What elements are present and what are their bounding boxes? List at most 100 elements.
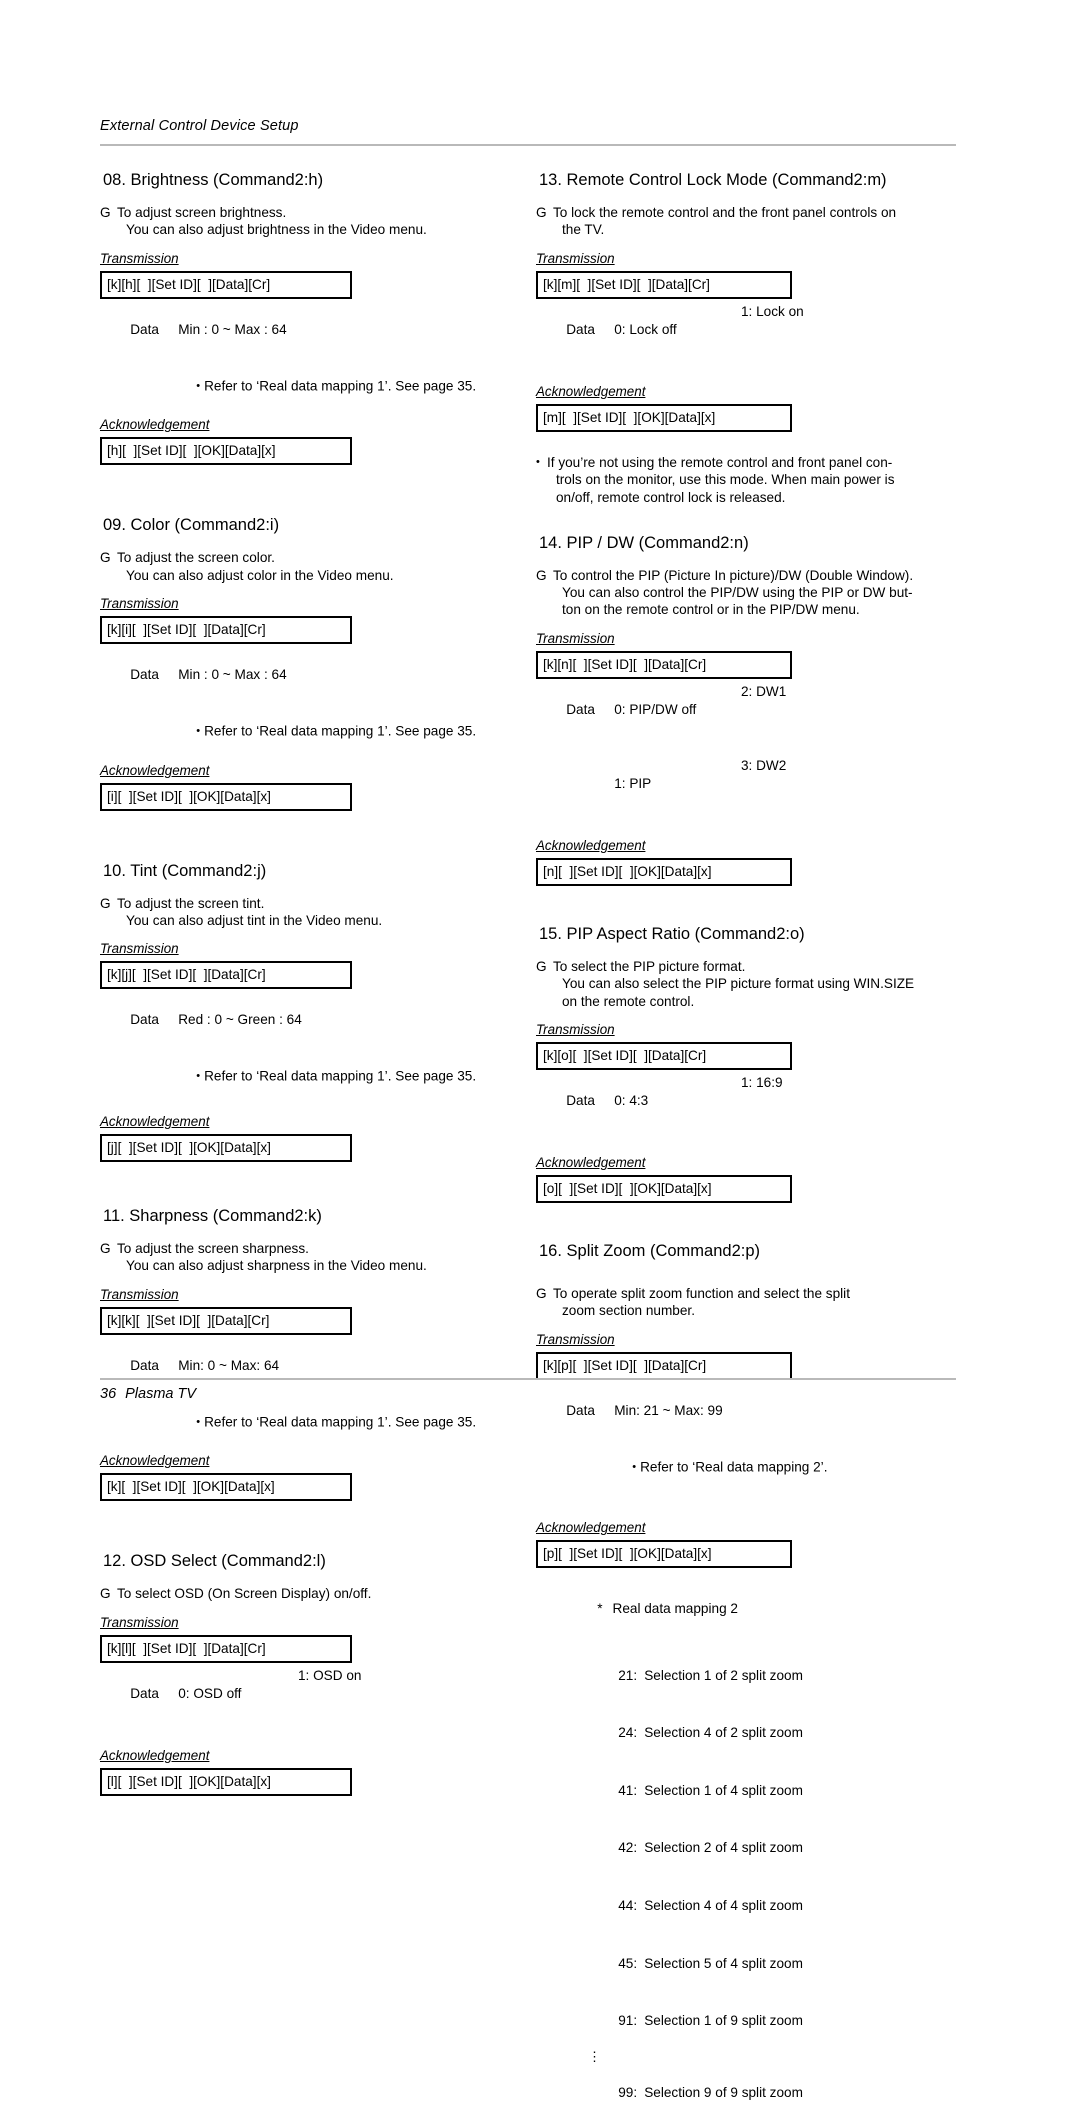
mapping-heading: * Real data mapping 2 [536,1582,956,1636]
data-value-secondary: 3: DW2 [741,757,787,773]
refer-text: Refer to ‘Real data mapping 2’. [640,1459,828,1475]
acknowledgement-label: Acknowledgement [100,762,210,778]
section-description: G To operate split zoom function and sel… [536,1285,956,1320]
acknowledgement-command-box: [k][ ][Set ID][ ][OK][Data][x] [100,1473,352,1502]
data-label: Data [566,321,595,337]
transmission-label: Transmission [536,1331,615,1347]
refer-text: Refer to ‘Real data mapping 1’. See page… [204,1414,477,1430]
data-value: Red : 0 ~ Green : 64 [178,1012,302,1028]
data-value: Min : 0 ~ Max : 64 [178,321,287,337]
g-marker-icon: G [100,550,111,566]
transmission-label: Transmission [100,250,179,266]
transmission-command-box: [k][h][ ][Set ID][ ][Data][Cr] [100,270,352,299]
page-footer: 36 Plasma TV [100,1386,196,1402]
section-description: G To adjust screen brightness. You can a… [100,204,520,239]
description-line: You can also control the PIP/DW using th… [562,585,913,600]
section-title: 09. Color (Command2:i) [103,516,280,535]
transmission-label: Transmission [100,1286,179,1302]
section-description: G To select the PIP picture format. You … [536,958,956,1010]
mapping-key: 99: [618,2084,638,2100]
g-marker-icon: G [100,1586,111,1602]
data-label: Data [130,321,159,337]
data-line: Data Red : 0 ~ Green : 64 [100,993,520,1047]
transmission-label: Transmission [100,596,179,612]
acknowledgement-label: Acknowledgement [100,1747,210,1763]
g-marker-icon: G [536,1286,547,1302]
data-value-secondary: 1: 16:9 [741,1075,783,1091]
data-value: Min : 0 ~ Max : 64 [178,667,287,683]
g-marker-icon: G [100,895,111,911]
data-value: 0: OSD off [178,1685,242,1701]
section-remote-control-lock-mode: 13. Remote Control Lock Mode (Command2:m… [536,170,956,507]
description-line: You can also adjust brightness in the Vi… [126,222,427,238]
acknowledgement-command-box: [i][ ][Set ID][ ][OK][Data][x] [100,782,352,811]
transmission-command-box: [k][m][ ][Set ID][ ][Data][Cr] [536,270,792,299]
description-line: To adjust the screen sharpness. [117,1240,309,1256]
description-line: To operate split zoom function and selec… [553,1286,850,1302]
section-osd-select: 12. OSD Select (Command2:l) G To select … [100,1551,520,1796]
refer-note: • Refer to ‘Real data mapping 1’. See pag… [100,704,520,759]
data-value: Min: 21 ~ Max: 99 [614,1402,723,1418]
description-line: To adjust the screen tint. [117,895,265,911]
section-description: G To select OSD (On Screen Display) on/o… [100,1585,520,1602]
mapping-row: 45: Selection 5 of 4 split zoom [536,1934,956,1992]
description-line: zoom section number. [562,1303,695,1319]
g-marker-icon: G [100,1240,111,1256]
transmission-command-box: [k][k][ ][Set ID][ ][Data][Cr] [100,1306,352,1335]
data-label: Data [566,1093,595,1109]
description-line: To select the PIP picture format. [553,958,746,974]
acknowledgement-label: Acknowledgement [100,1453,210,1469]
transmission-command-box: [k][j][ ][Set ID][ ][Data][Cr] [100,961,352,990]
mapping-heading-text: Real data mapping 2 [612,1601,738,1617]
mapping-row: 41: Selection 1 of 4 split zoom [536,1762,956,1820]
section-color: 09. Color (Command2:i) G To adjust the s… [100,515,520,811]
description-line: To adjust screen brightness. [117,205,287,220]
data-value: 1: PIP [614,775,652,791]
data-line: Data 0: 4:3 1: 16:9 [536,1074,956,1146]
note-line: on/off, remote control lock is released. [556,490,786,505]
section-note: • If you’re not using the remote control… [536,454,956,507]
section-description: G To adjust the screen color. You can al… [100,549,520,584]
data-line: Data 0: Lock off 1: Lock on [536,303,956,375]
acknowledgement-command-box: [m][ ][Set ID][ ][OK][Data][x] [536,403,792,432]
g-marker-icon: G [100,205,111,220]
product-name: Plasma TV [125,1386,197,1402]
description-line: To control the PIP (Picture In picture)/… [553,567,914,583]
bullet-icon: • [196,379,201,392]
data-value: Min: 0 ~ Max: 64 [178,1357,280,1373]
mapping-key: 42: [618,1840,638,1856]
acknowledgement-command-box: [p][ ][Set ID][ ][OK][Data][x] [536,1540,792,1569]
section-tint: 10. Tint (Command2:j) G To adjust the sc… [100,861,520,1162]
bullet-icon: • [196,725,201,738]
footer-divider [100,1378,956,1380]
bullet-icon: • [196,1070,201,1083]
mapping-key: 24: [618,1725,638,1741]
acknowledgement-command-box: [n][ ][Set ID][ ][OK][Data][x] [536,857,792,886]
acknowledgement-command-box: [l][ ][Set ID][ ][OK][Data][x] [100,1767,352,1796]
mapping-row: 99: Selection 9 of 9 split zoom [536,2064,956,2121]
description-line: To lock the remote control and the front… [553,205,897,220]
left-column: 08. Brightness (Command2:h) G To adjust … [100,170,520,1800]
description-line: You can also adjust tint in the Video me… [126,913,383,929]
data-line: Data Min : 0 ~ Max : 64 [100,648,520,702]
bullet-icon: • [632,1460,637,1473]
g-marker-icon: G [536,567,547,583]
page-number: 36 [100,1386,117,1402]
g-marker-icon: G [536,205,547,220]
description-line: To adjust the screen color. [117,550,275,566]
refer-note: • Refer to ‘Real data mapping 1’. See pag… [100,1395,520,1450]
section-title: 10. Tint (Command2:j) [103,861,267,880]
transmission-label: Transmission [100,1614,179,1630]
section-title: 11. Sharpness (Command2:k) [103,1206,322,1225]
manual-page: External Control Device Setup 08. Bright… [100,0,956,2100]
bullet-icon: • [196,1415,201,1428]
section-description: G To adjust the screen tint. You can als… [100,895,520,930]
right-column: 13. Remote Control Lock Mode (Command2:m… [536,170,956,2121]
section-title: 08. Brightness (Command2:h) [103,171,324,189]
acknowledgement-command-box: [h][ ][Set ID][ ][OK][Data][x] [100,437,352,466]
mapping-row: 24: Selection 4 of 2 split zoom [536,1704,956,1762]
mapping-text: Selection 2 of 4 split zoom [644,1840,803,1856]
mapping-text: Selection 1 of 2 split zoom [644,1667,803,1683]
mapping-row: 42: Selection 2 of 4 split zoom [536,1819,956,1877]
refer-text: Refer to ‘Real data mapping 1’. See page… [204,1068,477,1084]
